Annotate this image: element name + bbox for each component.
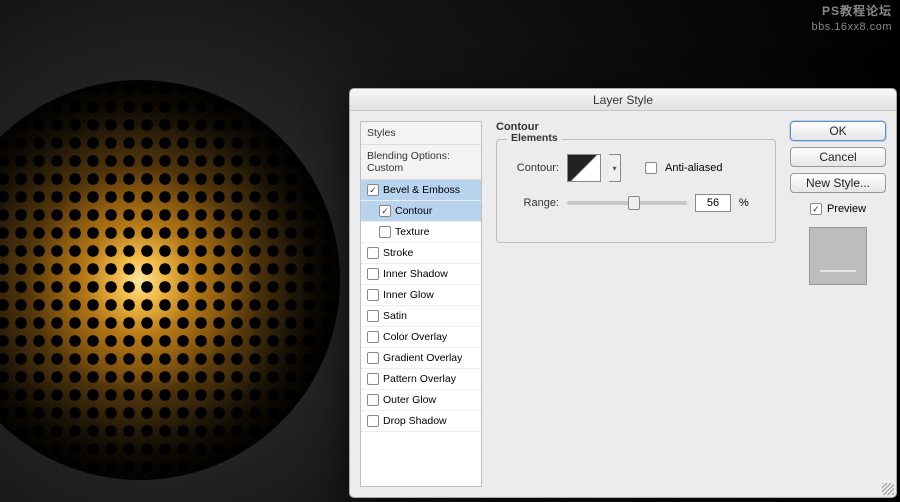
sidebar-item-label: Inner Glow bbox=[383, 289, 434, 301]
sidebar-item-contour[interactable]: Contour bbox=[361, 201, 481, 222]
range-row: Range: 56 % bbox=[509, 194, 763, 212]
watermark-line1: PS教程论坛 bbox=[812, 4, 892, 20]
contour-row: Contour: ▾ Anti-aliased bbox=[509, 154, 763, 182]
elements-fieldset: Elements Contour: ▾ Anti-aliased Range: … bbox=[496, 139, 776, 243]
sidebar-item-label: Satin bbox=[383, 310, 407, 322]
sidebar-item-color-overlay[interactable]: Color Overlay bbox=[361, 327, 481, 348]
background-artwork bbox=[0, 80, 340, 480]
sidebar-item-label: Color Overlay bbox=[383, 331, 447, 343]
preview-label: Preview bbox=[827, 203, 866, 215]
range-slider[interactable] bbox=[567, 201, 687, 205]
sidebar-checkbox[interactable] bbox=[367, 268, 379, 280]
contour-dropdown-icon[interactable]: ▾ bbox=[609, 154, 621, 182]
preview-row: Preview bbox=[810, 203, 866, 215]
sidebar-item-pattern-overlay[interactable]: Pattern Overlay bbox=[361, 369, 481, 390]
sidebar-checkbox[interactable] bbox=[367, 247, 379, 259]
sidebar-item-label: Inner Shadow bbox=[383, 268, 448, 280]
sidebar-item-bevel-emboss[interactable]: Bevel & Emboss bbox=[361, 180, 481, 201]
sidebar-item-gradient-overlay[interactable]: Gradient Overlay bbox=[361, 348, 481, 369]
sidebar-item-drop-shadow[interactable]: Drop Shadow bbox=[361, 411, 481, 432]
preview-checkbox[interactable] bbox=[810, 203, 822, 215]
cancel-button[interactable]: Cancel bbox=[790, 147, 886, 167]
sidebar-item-label: Stroke bbox=[383, 247, 413, 259]
new-style-button[interactable]: New Style... bbox=[790, 173, 886, 193]
watermark: PS教程论坛 bbs.16xx8.com bbox=[812, 4, 892, 34]
sidebar-item-label: Contour bbox=[395, 205, 432, 217]
sidebar-checkbox[interactable] bbox=[367, 331, 379, 343]
sidebar-item-satin[interactable]: Satin bbox=[361, 306, 481, 327]
contour-label: Contour: bbox=[509, 162, 559, 174]
sidebar-item-label: Texture bbox=[395, 226, 429, 238]
styles-sidebar: Styles Blending Options: Custom Bevel & … bbox=[360, 121, 482, 487]
antialiased-checkbox[interactable] bbox=[645, 162, 657, 174]
ok-button[interactable]: OK bbox=[790, 121, 886, 141]
sidebar-checkbox[interactable] bbox=[379, 226, 391, 238]
layer-style-dialog: Layer Style Styles Blending Options: Cus… bbox=[349, 88, 897, 498]
sidebar-item-label: Outer Glow bbox=[383, 394, 436, 406]
sidebar-item-label: Pattern Overlay bbox=[383, 373, 456, 385]
dialog-title: Layer Style bbox=[350, 89, 896, 111]
contour-picker[interactable] bbox=[567, 154, 601, 182]
range-label: Range: bbox=[509, 197, 559, 209]
dialog-body: Styles Blending Options: Custom Bevel & … bbox=[350, 111, 896, 497]
sidebar-checkbox[interactable] bbox=[367, 289, 379, 301]
right-column: OK Cancel New Style... Preview bbox=[790, 121, 886, 487]
sidebar-checkbox[interactable] bbox=[367, 352, 379, 364]
antialiased-label: Anti-aliased bbox=[665, 162, 722, 174]
sidebar-item-outer-glow[interactable]: Outer Glow bbox=[361, 390, 481, 411]
sidebar-item-stroke[interactable]: Stroke bbox=[361, 243, 481, 264]
sidebar-item-inner-shadow[interactable]: Inner Shadow bbox=[361, 264, 481, 285]
range-input[interactable]: 56 bbox=[695, 194, 731, 212]
sidebar-item-label: Drop Shadow bbox=[383, 415, 447, 427]
sidebar-checkbox[interactable] bbox=[367, 184, 379, 196]
watermark-line2: bbs.16xx8.com bbox=[812, 20, 892, 34]
sidebar-item-inner-glow[interactable]: Inner Glow bbox=[361, 285, 481, 306]
blending-options-row[interactable]: Blending Options: Custom bbox=[361, 145, 481, 180]
sidebar-checkbox[interactable] bbox=[367, 373, 379, 385]
contour-panel: Contour Elements Contour: ▾ Anti-aliased… bbox=[492, 121, 780, 487]
range-unit: % bbox=[739, 197, 749, 209]
range-slider-knob[interactable] bbox=[628, 196, 640, 210]
sidebar-checkbox[interactable] bbox=[367, 394, 379, 406]
sidebar-item-texture[interactable]: Texture bbox=[361, 222, 481, 243]
styles-header[interactable]: Styles bbox=[361, 122, 481, 145]
sidebar-item-label: Bevel & Emboss bbox=[383, 184, 460, 196]
fieldset-legend: Elements bbox=[507, 132, 562, 144]
sidebar-checkbox[interactable] bbox=[367, 415, 379, 427]
resize-handle-icon[interactable] bbox=[882, 483, 894, 495]
sidebar-item-label: Gradient Overlay bbox=[383, 352, 462, 364]
sidebar-checkbox[interactable] bbox=[379, 205, 391, 217]
sidebar-checkbox[interactable] bbox=[367, 310, 379, 322]
preview-swatch bbox=[809, 227, 867, 285]
